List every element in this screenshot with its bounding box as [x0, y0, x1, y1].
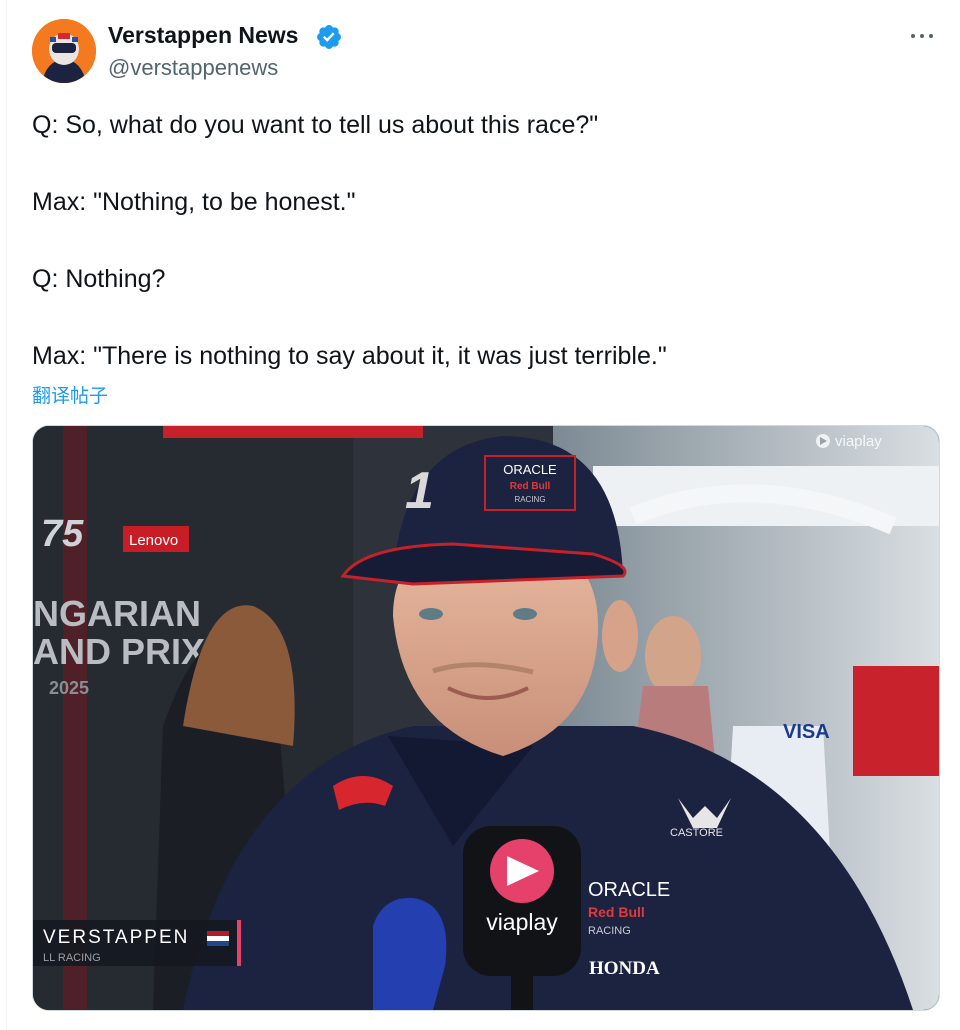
more-dot-icon: [929, 34, 933, 38]
kit-brand: CASTORE: [670, 827, 723, 839]
sponsor-board: Lenovo: [129, 532, 178, 549]
tweet-text-line: Q: So, what do you want to tell us about…: [32, 111, 599, 139]
mic-flag-label: viaplay: [486, 909, 558, 935]
verified-badge-icon: [317, 25, 341, 49]
cap-sponsor-racing: RACING: [514, 495, 545, 504]
lower-third-name: VERSTAPPEN: [43, 927, 189, 948]
chest-sponsor-redbull: Red Bull: [588, 904, 645, 920]
timeline-divider: [6, 0, 7, 1030]
lower-third-team: LL RACING: [43, 952, 101, 964]
author-handle[interactable]: @verstappenews: [108, 55, 278, 81]
svg-text:VISA: VISA: [783, 721, 830, 743]
cap-sponsor-redbull: Red Bull: [510, 481, 551, 492]
chest-sponsor-oracle: ORACLE: [588, 879, 670, 901]
tweet-text-line: Q: Nothing?: [32, 265, 166, 293]
backdrop-text: 2025: [49, 678, 89, 698]
more-options-button[interactable]: [902, 22, 942, 50]
interview-photo: 75 Lenovo NGARIAN AND PRIX 2025 VISA ORA…: [33, 426, 939, 1010]
shirt-sponsor: HONDA: [589, 958, 660, 979]
viaplay-watermark: viaplay: [835, 433, 882, 450]
author-avatar[interactable]: [32, 19, 96, 83]
cap-number: 1: [405, 462, 434, 520]
translate-post-link[interactable]: 翻译帖子: [32, 381, 108, 408]
more-dot-icon: [911, 34, 915, 38]
tweet-text-line: Max: "Nothing, to be honest.": [32, 188, 356, 216]
chest-sponsor-racing: RACING: [588, 925, 631, 937]
svg-text:75: 75: [41, 513, 84, 555]
more-dot-icon: [920, 34, 924, 38]
tweet-media-image[interactable]: 75 Lenovo NGARIAN AND PRIX 2025 VISA ORA…: [32, 425, 940, 1011]
cap-sponsor-oracle: ORACLE: [503, 462, 557, 477]
backdrop-text: NGARIAN: [33, 593, 201, 634]
tweet-card: Verstappen News @verstappenews Q: So, wh…: [0, 0, 960, 1030]
author-display-name[interactable]: Verstappen News: [108, 22, 298, 49]
tweet-text-line: Max: "There is nothing to say about it, …: [32, 342, 667, 370]
backdrop-text: AND PRIX: [33, 631, 205, 672]
